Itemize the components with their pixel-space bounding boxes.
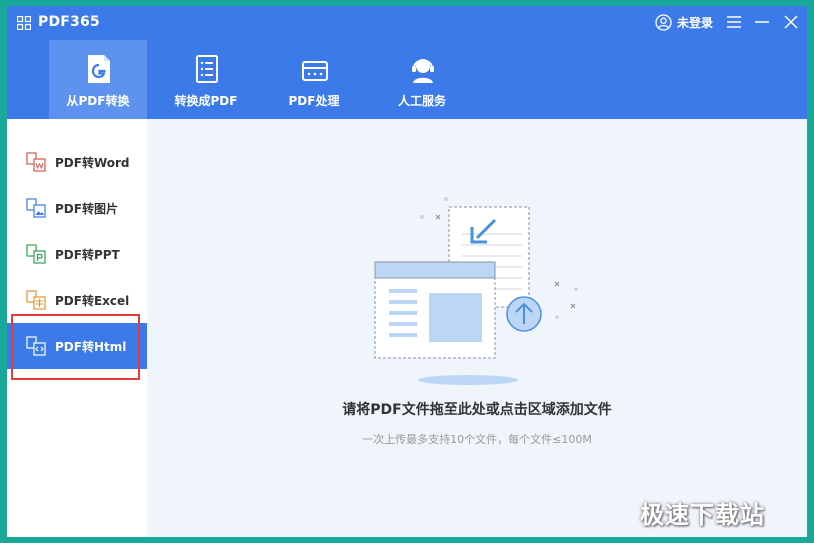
sidebar-item-pdf-to-ppt[interactable]: PDF转PPT (7, 231, 147, 277)
drop-title: 请将PDF文件拖至此处或点击区域添加文件 (342, 402, 612, 418)
header: PDF365 未登录 从PDF转换 转换成PDF PDF处理 人工服务 (7, 6, 807, 119)
tab-label: 转换成PDF (174, 94, 238, 108)
user-icon (655, 13, 672, 31)
ppt-convert-icon (26, 244, 46, 264)
tab-from-pdf[interactable]: 从PDF转换 (49, 40, 147, 119)
grid-logo-icon (17, 16, 31, 30)
sidebar-item-label: PDF转Html (55, 340, 127, 354)
minimize-icon[interactable] (753, 13, 771, 31)
tab-label: PDF处理 (288, 94, 340, 108)
sidebar-item-pdf-to-html[interactable]: PDF转Html (7, 323, 147, 369)
close-icon[interactable] (782, 13, 800, 31)
upload-illustration (374, 197, 578, 385)
document-list-icon (196, 55, 218, 83)
tab-label: 从PDF转换 (66, 94, 130, 108)
title-bar: PDF365 未登录 (7, 6, 807, 40)
sidebar-item-pdf-to-image[interactable]: PDF转图片 (7, 185, 147, 231)
tab-human-service[interactable]: 人工服务 (373, 40, 471, 119)
sidebar-item-pdf-to-word[interactable]: PDF转Word (7, 139, 147, 185)
tab-label: 人工服务 (397, 94, 446, 108)
toolbox-icon (302, 61, 328, 81)
menu-icon[interactable] (725, 13, 743, 31)
sidebar-item-label: PDF转Excel (55, 294, 130, 308)
image-convert-icon (26, 198, 46, 218)
html-convert-icon (26, 336, 46, 356)
sidebar-item-label: PDF转PPT (55, 248, 120, 262)
pdf-file-icon (88, 55, 110, 83)
watermark: 极速下载站 (640, 501, 765, 529)
login-label: 未登录 (677, 15, 714, 30)
sidebar-item-pdf-to-excel[interactable]: PDF转Excel (7, 277, 147, 323)
tab-pdf-process[interactable]: PDF处理 (265, 40, 363, 119)
sidebar-item-label: PDF转图片 (55, 202, 118, 216)
word-convert-icon (26, 152, 46, 172)
drop-hint: 一次上传最多支持10个文件，每个文件≤100M (362, 433, 592, 446)
tab-to-pdf[interactable]: 转换成PDF (157, 40, 255, 119)
app-title: PDF365 (38, 14, 100, 30)
headset-icon (412, 59, 434, 83)
login-button[interactable]: 未登录 (655, 12, 713, 32)
app-window: PDF365 未登录 从PDF转换 转换成PDF PDF处理 人工服务 PDF转… (7, 6, 807, 537)
main-nav: 从PDF转换 转换成PDF PDF处理 人工服务 (49, 40, 471, 119)
file-drop-area[interactable]: 请将PDF文件拖至此处或点击区域添加文件 一次上传最多支持10个文件，每个文件≤… (147, 119, 807, 537)
excel-convert-icon (26, 290, 46, 310)
sidebar: PDF转Word PDF转图片 PDF转PPT PDF转Excel PDF转Ht… (7, 119, 147, 537)
sidebar-item-label: PDF转Word (55, 156, 130, 170)
